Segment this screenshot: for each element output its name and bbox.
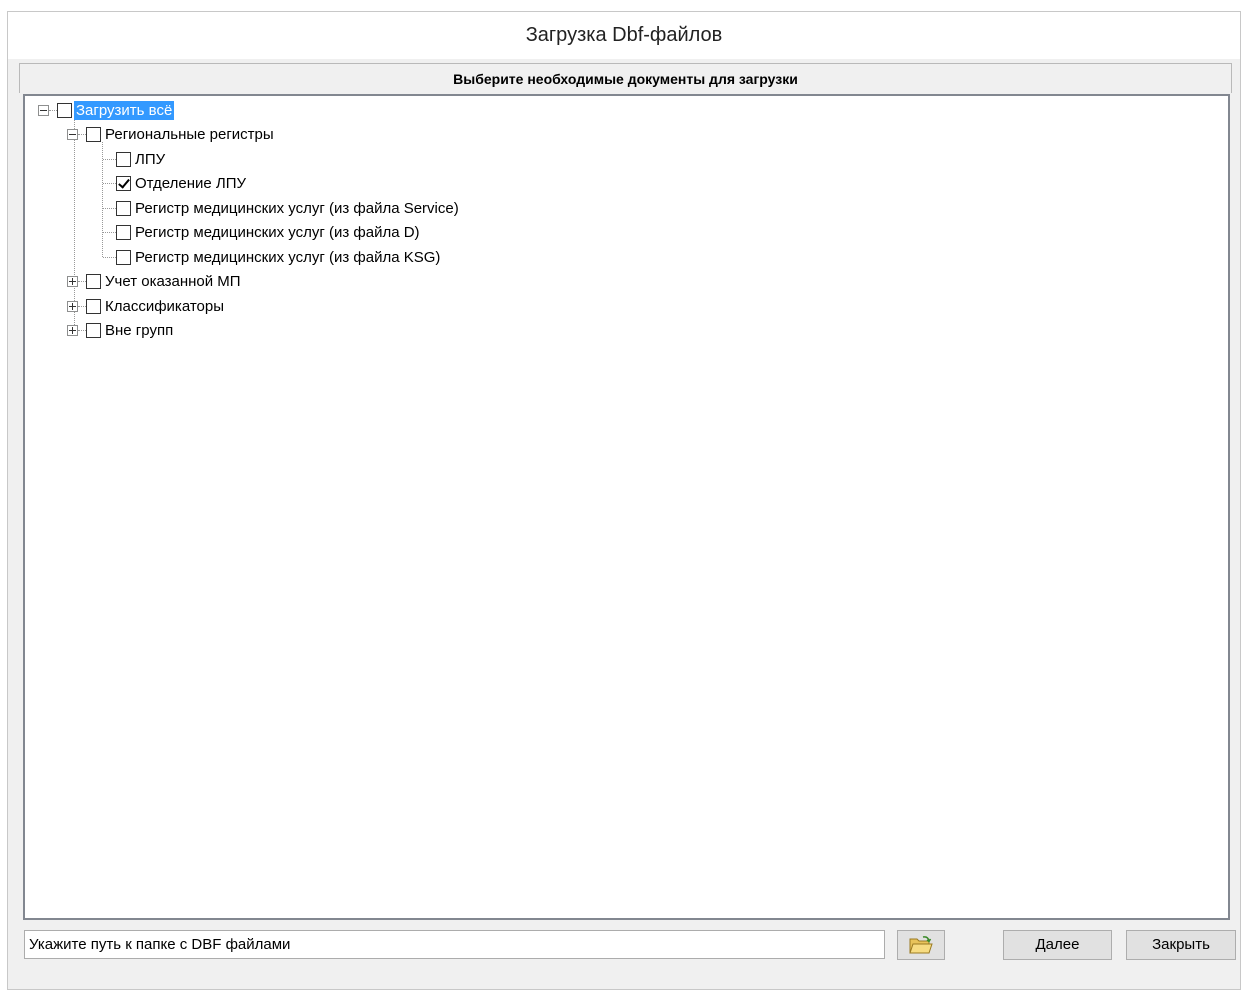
tree-node-label: Регистр медицинских услуг (из файла KSG)	[135, 248, 441, 266]
folder-path-input[interactable]	[24, 930, 885, 959]
group-checkbox[interactable]	[86, 273, 101, 289]
dialog-window: Загрузка Dbf-файлов Выберите необходимые…	[7, 11, 1241, 990]
tree-node-item[interactable]: ЛПУ	[103, 149, 167, 169]
tree-node-label: ЛПУ	[135, 150, 166, 168]
next-button[interactable]: Далее	[1003, 930, 1112, 960]
collapse-icon[interactable]	[67, 128, 78, 140]
expand-icon[interactable]	[67, 275, 78, 287]
tree-node-group[interactable]: Классификаторы	[67, 296, 226, 316]
expand-icon[interactable]	[67, 324, 78, 336]
panel-header: Выберите необходимые документы для загру…	[19, 63, 1232, 93]
tree-node-label: Отделение ЛПУ	[135, 174, 247, 192]
browse-folder-button[interactable]	[897, 930, 945, 960]
tree-node-root[interactable]: Загрузить всё	[38, 100, 175, 120]
tree-node-label: Учет оказанной МП	[105, 272, 241, 290]
tree-node-label: Региональные регистры	[105, 125, 274, 143]
tree-node-item[interactable]: Отделение ЛПУ	[103, 173, 248, 193]
tree-node-item[interactable]: Регистр медицинских услуг (из файла Serv…	[103, 198, 461, 218]
document-tree[interactable]: Загрузить всё Региональные регистры ЛПУ …	[23, 94, 1230, 920]
item-checkbox[interactable]	[116, 175, 131, 191]
tree-node-label: Загрузить всё	[74, 100, 175, 120]
tree-node-item[interactable]: Регистр медицинских услуг (из файла KSG)	[103, 247, 442, 267]
tree-node-group[interactable]: Учет оказанной МП	[67, 271, 243, 291]
item-checkbox[interactable]	[116, 200, 131, 216]
tree-node-group[interactable]: Региональные регистры	[67, 124, 276, 144]
root-checkbox[interactable]	[57, 102, 72, 118]
item-checkbox[interactable]	[116, 151, 131, 167]
tree-node-label: Регистр медицинских услуг (из файла D)	[135, 223, 420, 241]
expand-icon[interactable]	[67, 300, 78, 312]
tree-node-item[interactable]: Регистр медицинских услуг (из файла D)	[103, 222, 422, 242]
collapse-icon[interactable]	[38, 104, 49, 116]
close-button[interactable]: Закрыть	[1126, 930, 1236, 960]
tree-node-group[interactable]: Вне групп	[67, 320, 175, 340]
folder-open-icon	[909, 936, 933, 954]
item-checkbox[interactable]	[116, 249, 131, 265]
group-checkbox[interactable]	[86, 126, 101, 142]
window-title: Загрузка Dbf-файлов	[8, 12, 1240, 59]
item-checkbox[interactable]	[116, 224, 131, 240]
tree-node-label: Регистр медицинских услуг (из файла Serv…	[135, 199, 459, 217]
group-checkbox[interactable]	[86, 298, 101, 314]
tree-node-label: Вне групп	[105, 321, 174, 339]
tree-node-label: Классификаторы	[105, 297, 225, 315]
group-checkbox[interactable]	[86, 322, 101, 338]
